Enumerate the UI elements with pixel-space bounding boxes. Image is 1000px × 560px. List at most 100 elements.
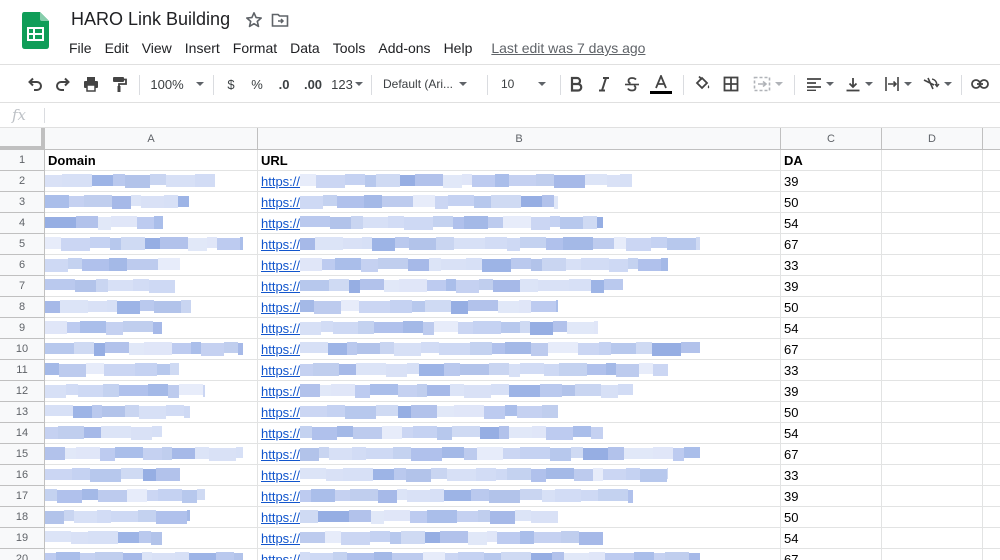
menu-view[interactable]: View <box>142 40 172 56</box>
empty-cell[interactable] <box>882 339 983 360</box>
row-header[interactable]: 4 <box>0 213 45 234</box>
url-link[interactable]: https:// <box>261 447 300 462</box>
url-cell[interactable]: https:// <box>258 255 781 276</box>
da-cell[interactable]: 50 <box>781 507 882 528</box>
domain-cell[interactable] <box>45 192 258 213</box>
row-header[interactable]: 20 <box>0 549 45 560</box>
row-header[interactable]: 17 <box>0 486 45 507</box>
text-color-button[interactable] <box>649 71 673 97</box>
menu-data[interactable]: Data <box>290 40 320 56</box>
empty-cell[interactable] <box>882 381 983 402</box>
url-link[interactable]: https:// <box>261 174 300 189</box>
menu-format[interactable]: Format <box>233 40 277 56</box>
domain-cell[interactable] <box>45 339 258 360</box>
header-cell-domain[interactable]: Domain <box>45 150 258 171</box>
row-header[interactable]: 8 <box>0 297 45 318</box>
url-cell[interactable]: https:// <box>258 171 781 192</box>
text-wrapping-select[interactable] <box>881 71 915 97</box>
menu-help[interactable]: Help <box>444 40 473 56</box>
currency-format-button[interactable]: $ <box>222 71 240 97</box>
empty-cell[interactable] <box>983 297 1000 318</box>
empty-cell[interactable] <box>983 528 1000 549</box>
empty-cell[interactable] <box>882 234 983 255</box>
row-header[interactable]: 2 <box>0 171 45 192</box>
url-link[interactable]: https:// <box>261 489 300 504</box>
empty-cell[interactable] <box>882 150 983 171</box>
url-cell[interactable]: https:// <box>258 528 781 549</box>
percent-format-button[interactable]: % <box>248 71 266 97</box>
formula-input[interactable] <box>52 105 952 125</box>
empty-cell[interactable] <box>983 318 1000 339</box>
row-header[interactable]: 19 <box>0 528 45 549</box>
empty-cell[interactable] <box>983 465 1000 486</box>
domain-cell[interactable] <box>45 423 258 444</box>
empty-cell[interactable] <box>882 213 983 234</box>
empty-cell[interactable] <box>983 381 1000 402</box>
domain-cell[interactable] <box>45 360 258 381</box>
select-all-corner[interactable] <box>0 128 45 150</box>
url-cell[interactable]: https:// <box>258 297 781 318</box>
da-cell[interactable]: 39 <box>781 381 882 402</box>
empty-cell[interactable] <box>983 276 1000 297</box>
empty-cell[interactable] <box>882 171 983 192</box>
empty-cell[interactable] <box>983 192 1000 213</box>
column-header-d[interactable]: D <box>882 128 983 150</box>
zoom-select[interactable]: 100% <box>148 71 206 97</box>
url-cell[interactable]: https:// <box>258 339 781 360</box>
row-header[interactable]: 12 <box>0 381 45 402</box>
da-cell[interactable]: 67 <box>781 234 882 255</box>
domain-cell[interactable] <box>45 255 258 276</box>
da-cell[interactable]: 39 <box>781 276 882 297</box>
row-header[interactable]: 6 <box>0 255 45 276</box>
domain-cell[interactable] <box>45 381 258 402</box>
url-link[interactable]: https:// <box>261 300 300 315</box>
empty-cell[interactable] <box>882 423 983 444</box>
row-header[interactable]: 11 <box>0 360 45 381</box>
empty-cell[interactable] <box>983 402 1000 423</box>
font-family-select[interactable]: Default (Ari... <box>383 71 477 97</box>
empty-cell[interactable] <box>882 486 983 507</box>
da-cell[interactable]: 67 <box>781 549 882 560</box>
url-cell[interactable]: https:// <box>258 486 781 507</box>
italic-button[interactable] <box>595 71 613 97</box>
url-link[interactable]: https:// <box>261 237 300 252</box>
domain-cell[interactable] <box>45 171 258 192</box>
url-link[interactable]: https:// <box>261 216 300 231</box>
empty-cell[interactable] <box>882 192 983 213</box>
da-cell[interactable]: 67 <box>781 444 882 465</box>
url-link[interactable]: https:// <box>261 426 300 441</box>
header-cell-url[interactable]: URL <box>258 150 781 171</box>
empty-cell[interactable] <box>983 423 1000 444</box>
empty-cell[interactable] <box>983 339 1000 360</box>
url-cell[interactable]: https:// <box>258 381 781 402</box>
url-cell[interactable]: https:// <box>258 318 781 339</box>
merge-cells-button[interactable] <box>750 71 786 97</box>
document-title[interactable]: HARO Link Building <box>71 9 230 30</box>
bold-button[interactable] <box>567 71 585 97</box>
empty-cell[interactable] <box>983 213 1000 234</box>
domain-cell[interactable] <box>45 276 258 297</box>
row-header[interactable]: 13 <box>0 402 45 423</box>
row-header[interactable]: 3 <box>0 192 45 213</box>
empty-cell[interactable] <box>983 486 1000 507</box>
text-rotation-select[interactable] <box>920 71 954 97</box>
domain-cell[interactable] <box>45 234 258 255</box>
row-header[interactable]: 9 <box>0 318 45 339</box>
url-link[interactable]: https:// <box>261 384 300 399</box>
domain-cell[interactable] <box>45 528 258 549</box>
url-link[interactable]: https:// <box>261 279 300 294</box>
domain-cell[interactable] <box>45 444 258 465</box>
row-header[interactable]: 10 <box>0 339 45 360</box>
da-cell[interactable]: 50 <box>781 192 882 213</box>
row-header[interactable]: 16 <box>0 465 45 486</box>
url-cell[interactable]: https:// <box>258 192 781 213</box>
empty-cell[interactable] <box>882 444 983 465</box>
url-cell[interactable]: https:// <box>258 213 781 234</box>
star-icon[interactable] <box>245 11 263 29</box>
da-cell[interactable]: 33 <box>781 465 882 486</box>
url-cell[interactable]: https:// <box>258 444 781 465</box>
borders-button[interactable] <box>721 71 741 97</box>
menu-tools[interactable]: Tools <box>333 40 366 56</box>
domain-cell[interactable] <box>45 507 258 528</box>
da-cell[interactable]: 33 <box>781 255 882 276</box>
